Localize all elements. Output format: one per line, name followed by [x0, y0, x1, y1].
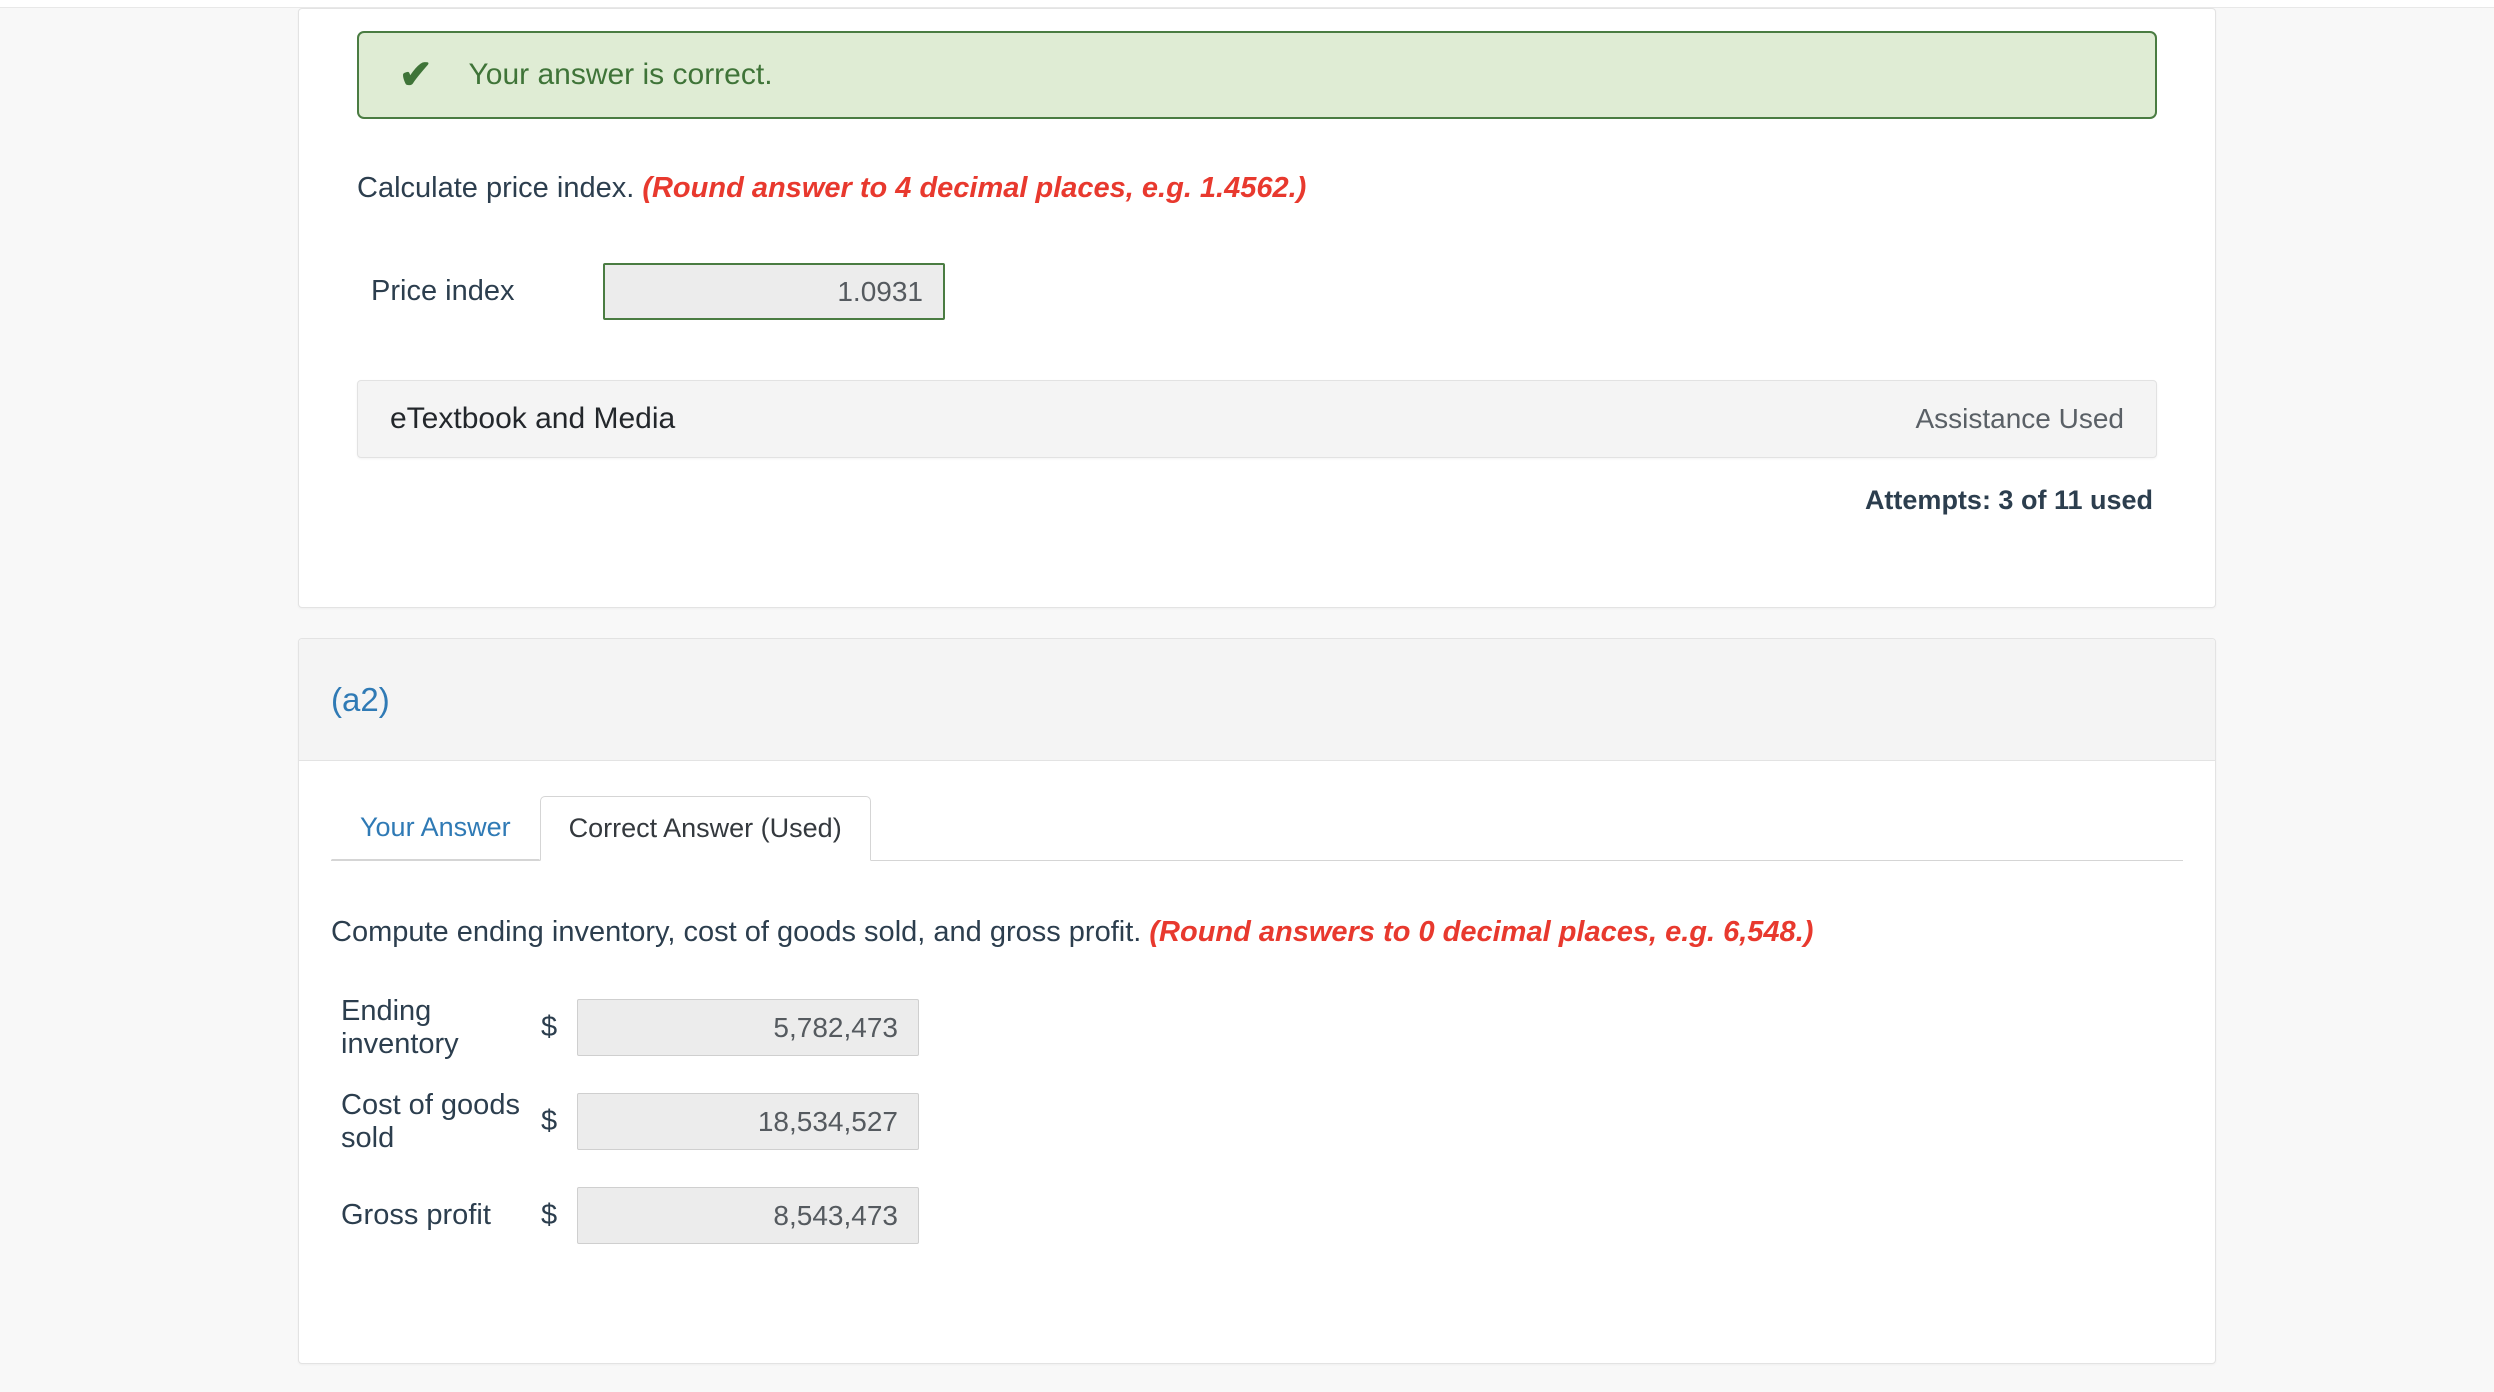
currency-symbol: $ [541, 1011, 558, 1044]
ending-inventory-input[interactable]: 5,782,473 [577, 999, 919, 1057]
question-prompt-a1: Calculate price index. (Round answer to … [299, 119, 2215, 208]
tabs-wrap: Your Answer Correct Answer (Used) [299, 761, 2215, 861]
price-index-row: Price index 1.0931 [299, 208, 2215, 321]
tab-your-answer[interactable]: Your Answer [331, 795, 540, 860]
question-prompt-text-a2: Compute ending inventory, cost of goods … [331, 916, 1142, 948]
gross-profit-label: Gross profit [341, 1199, 491, 1232]
attempts-counter: Attempts: 3 of 11 used [1864, 485, 2153, 516]
cost-of-goods-sold-input[interactable]: 18,534,527 [577, 1093, 919, 1151]
question-prompt-text: Calculate price index. [357, 172, 635, 204]
ending-inventory-label: Ending inventory [341, 994, 459, 1060]
row-ending-inventory: Ending inventory $ 5,782,473 [341, 994, 2215, 1061]
question-rounding-hint: (Round answer to 4 decimal places, e.g. … [642, 172, 1307, 204]
page-top-strip [0, 0, 2494, 8]
card-a2-header: (a2) [299, 639, 2215, 761]
etextbook-wrap: eTextbook and Media Assistance Used [299, 320, 2215, 459]
question-card-a2: (a2) Your Answer Correct Answer (Used) C… [298, 638, 2216, 1364]
status-banner-wrap: ✔ Your answer is correct. [299, 9, 2215, 119]
etextbook-label[interactable]: eTextbook and Media [390, 402, 675, 436]
price-index-input[interactable]: 1.0931 [603, 263, 945, 321]
question-prompt-a2: Compute ending inventory, cost of goods … [299, 861, 2215, 952]
question-rounding-hint-a2: (Round answers to 0 decimal places, e.g.… [1149, 916, 1814, 948]
assignment-page: ✔ Your answer is correct. Calculate pric… [0, 0, 2494, 1392]
currency-symbol: $ [541, 1105, 558, 1138]
row-gross-profit: Gross profit $ 8,543,473 [341, 1182, 2215, 1249]
status-banner: ✔ Your answer is correct. [357, 31, 2157, 119]
row-cost-of-goods-sold: Cost of goods sold $ 18,534,527 [341, 1088, 2215, 1155]
question-card-a1: ✔ Your answer is correct. Calculate pric… [298, 8, 2216, 608]
answer-tabs: Your Answer Correct Answer (Used) [331, 795, 2183, 861]
cost-of-goods-sold-label: Cost of goods sold [341, 1088, 520, 1154]
status-banner-message: Your answer is correct. [468, 58, 773, 91]
etextbook-bar[interactable]: eTextbook and Media Assistance Used [357, 380, 2157, 459]
check-icon: ✔ [399, 53, 433, 97]
part-label-a2: (a2) [331, 680, 390, 718]
assistance-used-label: Assistance Used [1915, 403, 2124, 435]
computation-rows: Ending inventory $ 5,782,473 Cost of goo… [299, 952, 2215, 1249]
content-column: ✔ Your answer is correct. Calculate pric… [298, 8, 2216, 1364]
gross-profit-input[interactable]: 8,543,473 [577, 1187, 919, 1245]
currency-symbol: $ [541, 1199, 558, 1232]
tab-correct-answer[interactable]: Correct Answer (Used) [539, 796, 871, 861]
price-index-label: Price index [371, 275, 515, 308]
